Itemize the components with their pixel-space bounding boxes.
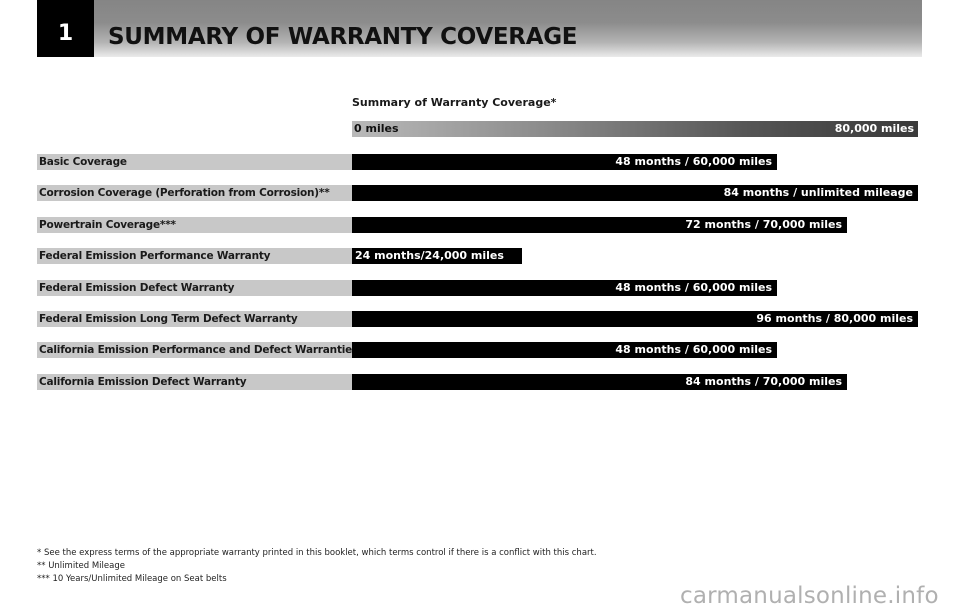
- page-title: SUMMARY OF WARRANTY COVERAGE: [108, 24, 578, 50]
- footnotes: * See the express terms of the appropria…: [37, 547, 597, 586]
- coverage-label: Federal Emission Performance Warranty: [37, 248, 352, 264]
- footnote-2: ** Unlimited Mileage: [37, 561, 125, 571]
- coverage-bar: 24 months/24,000 miles: [352, 248, 522, 264]
- coverage-bar: 48 months / 60,000 miles: [352, 342, 777, 358]
- coverage-label: Federal Emission Defect Warranty: [37, 280, 352, 296]
- coverage-label: Powertrain Coverage***: [37, 217, 352, 233]
- scale-max-label: 80,000 miles: [834, 122, 914, 135]
- watermark: carmanualsonline.info: [680, 583, 939, 609]
- coverage-bar: 48 months / 60,000 miles: [352, 280, 777, 296]
- footnote-3: *** 10 Years/Unlimited Mileage on Seat b…: [37, 574, 227, 584]
- coverage-bar: 84 months / unlimited mileage: [352, 185, 918, 201]
- coverage-bar-label: 48 months / 60,000 miles: [615, 281, 772, 294]
- coverage-label: Basic Coverage: [37, 154, 352, 170]
- coverage-bar: 72 months / 70,000 miles: [352, 217, 847, 233]
- coverage-bar-label: 48 months / 60,000 miles: [615, 343, 772, 356]
- chart-title: Summary of Warranty Coverage*: [352, 96, 557, 109]
- scale-min-label: 0 miles: [354, 122, 399, 135]
- coverage-bar: 48 months / 60,000 miles: [352, 154, 777, 170]
- coverage-bar-label: 24 months/24,000 miles: [355, 249, 504, 262]
- footnote-1: * See the express terms of the appropria…: [37, 548, 597, 558]
- coverage-label: Corrosion Coverage (Perforation from Cor…: [37, 185, 352, 201]
- section-number-badge: 1: [37, 0, 94, 57]
- coverage-label: Federal Emission Long Term Defect Warran…: [37, 311, 352, 327]
- coverage-label: California Emission Performance and Defe…: [37, 342, 352, 358]
- coverage-bar-label: 84 months / 70,000 miles: [685, 375, 842, 388]
- coverage-bar-label: 84 months / unlimited mileage: [723, 186, 913, 199]
- coverage-bar-label: 96 months / 80,000 miles: [756, 312, 913, 325]
- coverage-bar-label: 72 months / 70,000 miles: [685, 218, 842, 231]
- coverage-bar: 84 months / 70,000 miles: [352, 374, 847, 390]
- coverage-bar: 96 months / 80,000 miles: [352, 311, 918, 327]
- coverage-label: California Emission Defect Warranty: [37, 374, 352, 390]
- coverage-bar-label: 48 months / 60,000 miles: [615, 155, 772, 168]
- mileage-scale-bar: 0 miles 80,000 miles: [352, 121, 918, 137]
